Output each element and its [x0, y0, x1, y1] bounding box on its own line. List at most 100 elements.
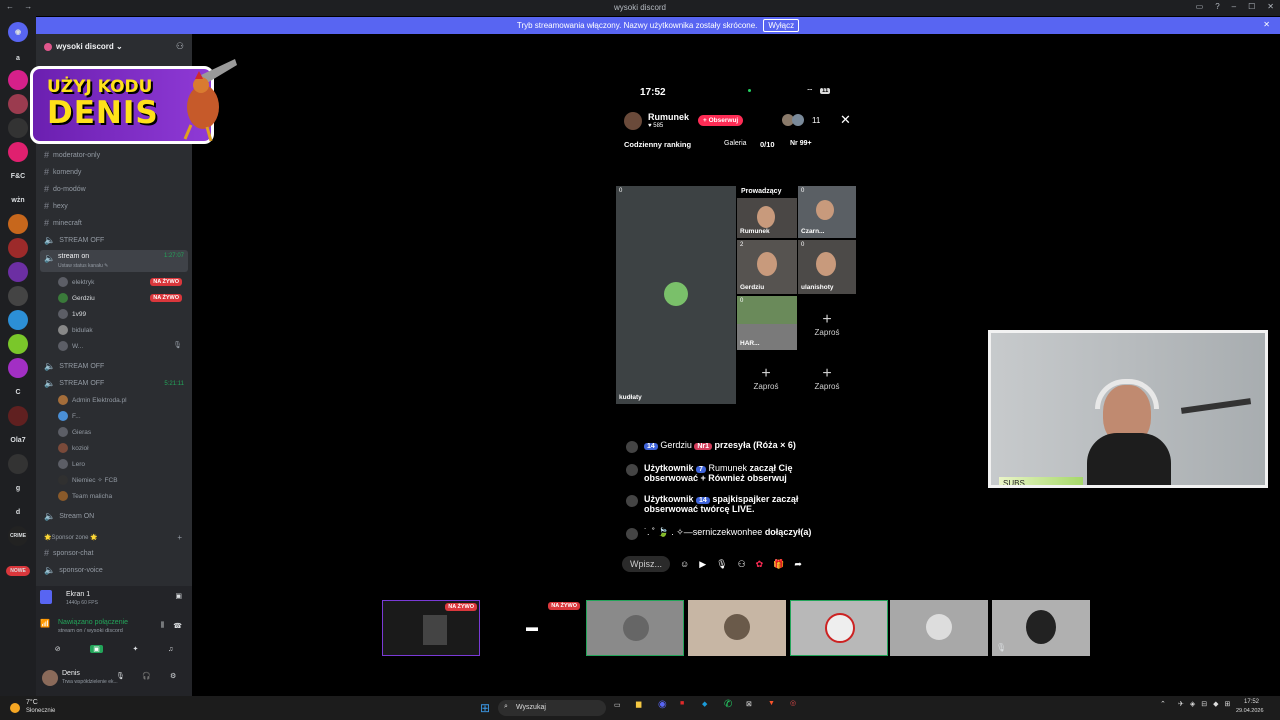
microphone-icon[interactable]: 🎙 — [116, 672, 125, 680]
close-icon[interactable]: ✕ — [840, 112, 851, 128]
voice-user[interactable]: F... — [58, 411, 81, 421]
app-icon[interactable]: ⊠ — [746, 700, 752, 708]
server-icon[interactable] — [8, 286, 28, 306]
invite-slot[interactable]: + Zaproś — [798, 360, 856, 412]
windows-start-icon[interactable]: ⊞ — [480, 701, 490, 715]
guest-tile[interactable]: 0 HAR... — [737, 296, 797, 350]
category-sponsor-zone[interactable]: 🌟Sponsor zone 🌟 — [44, 534, 98, 541]
gift-box-icon[interactable]: 🎁 — [773, 559, 784, 570]
avatar[interactable] — [42, 670, 58, 686]
rose-gift-icon[interactable]: ✿ — [756, 559, 764, 570]
channel-do-modow[interactable]: # do-modów — [44, 184, 86, 194]
camera-off-icon[interactable]: ⊘ — [55, 645, 61, 653]
voice-channel-stream-off[interactable]: 🔈 STREAM OFF 5:21:11 — [44, 378, 184, 389]
server-crime[interactable]: CRIME — [8, 526, 28, 546]
tray-icons[interactable]: ✈◈⊟◆⊞ — [1178, 700, 1236, 708]
voice-user[interactable]: Admin Elektroda.pl — [58, 395, 127, 405]
daily-ranking[interactable]: Codzienny ranking — [624, 140, 691, 149]
server-icon[interactable] — [8, 454, 28, 474]
screen-share-button[interactable]: ▣ — [90, 645, 103, 653]
guest-tile[interactable]: 2 Gerdziu — [737, 240, 797, 294]
server-ola7[interactable]: Ola7 — [8, 430, 28, 450]
stream-thumbnail[interactable]: NA ŻYWO — [382, 600, 480, 656]
server-fc[interactable]: F&C — [8, 166, 28, 186]
voice-user[interactable]: Gerdziu — [58, 293, 95, 303]
guest-tile[interactable]: 0 Czarn... — [798, 186, 856, 238]
help-icon[interactable]: ? — [1215, 2, 1219, 11]
channel-sponsor-voice[interactable]: 🔈 sponsor-voice — [44, 565, 103, 576]
server-icon[interactable] — [8, 70, 28, 90]
server-c[interactable]: C — [8, 382, 28, 402]
voice-user[interactable]: Gieras — [58, 427, 91, 437]
follow-button[interactable]: + Obserwuj — [698, 115, 744, 126]
server-icon[interactable] — [8, 94, 28, 114]
invite-slot[interactable]: + Zaproś — [737, 360, 795, 412]
voice-user[interactable]: bidulak — [58, 325, 93, 335]
server-icon[interactable] — [8, 214, 28, 234]
voice-user[interactable]: Team malicha — [58, 491, 112, 501]
home-icon[interactable]: ◉ — [8, 22, 28, 42]
guest-tile-main[interactable]: 0 kudłaty — [616, 186, 736, 404]
disconnect-icon[interactable]: ☎ — [173, 622, 182, 630]
server-icon[interactable] — [8, 406, 28, 426]
task-view-icon[interactable]: ▭ — [614, 701, 621, 709]
comment-input[interactable]: Wpisz... — [622, 556, 671, 572]
tray-arrow-icon[interactable]: ⌃ — [1160, 700, 1166, 708]
gallery-label[interactable]: Galeria — [724, 140, 747, 147]
server-icon[interactable] — [8, 262, 28, 282]
server-g[interactable]: g — [8, 478, 28, 498]
invite-slot[interactable]: + Zaproś — [798, 306, 856, 358]
server-header[interactable]: wysoki discord ⌄ — [44, 42, 123, 51]
connection-channel[interactable]: stream on / wysoki discord — [58, 628, 123, 634]
whatsapp-icon[interactable]: ✆ — [724, 699, 732, 710]
voice-channel-stream-on-2[interactable]: 🔈 Stream ON — [44, 511, 94, 522]
server-icon[interactable] — [8, 238, 28, 258]
browser-icon[interactable]: ◎ — [790, 699, 796, 707]
minimize-button[interactable]: – — [1232, 2, 1236, 11]
channel-sponsor-chat[interactable]: # sponsor-chat — [44, 548, 93, 558]
taskbar-search[interactable]: ⌕ Wyszukaj — [498, 700, 606, 716]
brave-icon[interactable]: ▼ — [768, 700, 775, 707]
participant-thumbnail[interactable] — [688, 600, 786, 656]
rank-badge[interactable]: Nr 99+ — [790, 140, 812, 147]
server-icon[interactable] — [8, 142, 28, 162]
server-d[interactable]: d — [8, 502, 28, 522]
soundboard-icon[interactable]: ♫ — [168, 646, 173, 653]
banner-close-icon[interactable]: ✕ — [1263, 20, 1270, 29]
host-name[interactable]: Rumunek — [648, 112, 689, 122]
voice-user[interactable]: kozioł — [58, 443, 89, 453]
guest-tile[interactable]: Rumunek — [737, 198, 797, 238]
activities-icon[interactable]: ✦ — [132, 645, 138, 653]
host-avatar[interactable] — [624, 112, 642, 130]
server-icon[interactable] — [8, 118, 28, 138]
camera-icon[interactable]: ▶ — [699, 559, 706, 570]
channel-komendy[interactable]: # komendy — [44, 167, 81, 177]
server-wzn[interactable]: wżn — [8, 190, 28, 210]
voice-user[interactable]: 1v99 — [58, 309, 86, 319]
channel-moderator-only[interactable]: # moderator-only — [44, 150, 100, 160]
channel-minecraft[interactable]: # minecraft — [44, 218, 82, 228]
file-explorer-icon[interactable]: ▆ — [636, 700, 641, 708]
weather-icon[interactable] — [10, 703, 20, 713]
discord-icon[interactable]: ◉ — [658, 699, 667, 710]
noise-suppression-icon[interactable]: ⫼ — [161, 622, 164, 630]
voice-channel-stream-off[interactable]: 🔈 STREAM OFF — [44, 235, 104, 246]
headphones-icon[interactable]: 🎧 — [142, 672, 151, 680]
maximize-button[interactable]: ☐ — [1248, 2, 1255, 11]
disable-streamer-mode-button[interactable]: Wyłącz — [763, 19, 800, 32]
participant-thumbnail[interactable]: 🎙 — [992, 600, 1090, 656]
participant-thumbnail[interactable] — [890, 600, 988, 656]
emoji-icon[interactable]: ☺ — [680, 559, 689, 569]
close-window-button[interactable]: ✕ — [1267, 2, 1274, 11]
participant-thumbnail[interactable] — [586, 600, 684, 656]
guests-icon[interactable]: ⚇ — [738, 559, 746, 570]
voice-user[interactable]: Niemiec ✧ FCB — [58, 475, 118, 485]
app-icon[interactable]: ■ — [680, 700, 684, 707]
stream-thumbnail[interactable]: ▬ NA ŻYWO — [484, 600, 582, 656]
server-icon[interactable] — [8, 358, 28, 378]
server-icon[interactable] — [8, 310, 28, 330]
microphone-icon[interactable]: 🎙 — [716, 559, 727, 570]
inbox-icon[interactable]: ▭ — [1196, 2, 1204, 11]
voice-channel-stream-on[interactable]: 🔈 stream on Ustaw status kanału ✎ 1:27:0… — [40, 250, 188, 272]
channel-hexy[interactable]: # hexy — [44, 201, 68, 211]
